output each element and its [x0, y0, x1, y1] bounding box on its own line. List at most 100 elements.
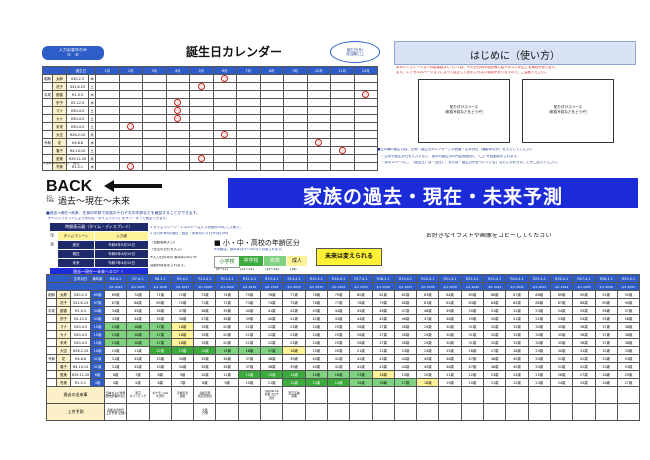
- calendar-month-cell[interactable]: [118, 130, 144, 139]
- age-birth[interactable]: H20.4.5: [70, 338, 91, 347]
- calendar-month-cell[interactable]: [95, 90, 120, 99]
- future-event-cell[interactable]: [416, 403, 440, 421]
- calendar-month-cell[interactable]: [118, 138, 144, 147]
- past-event-cell[interactable]: COVID-19 新型コロナ 流行: [260, 386, 284, 404]
- future-event-cell[interactable]: [371, 403, 395, 421]
- age-name[interactable]: 宗子: [56, 314, 71, 323]
- calendar-month-cell[interactable]: [259, 162, 285, 171]
- calendar-month-cell[interactable]: [189, 162, 214, 171]
- calendar-month-cell[interactable]: [236, 138, 261, 147]
- calendar-date[interactable]: H20.4.5: [66, 114, 89, 123]
- calendar-month-cell[interactable]: [259, 130, 285, 139]
- past-event-cell[interactable]: [527, 386, 551, 404]
- calendar-date[interactable]: H2.12.5: [66, 98, 89, 107]
- future-event-cell[interactable]: [616, 403, 641, 421]
- calendar-month-cell[interactable]: [95, 122, 120, 131]
- calendar-month-cell[interactable]: [189, 122, 214, 131]
- calendar-month-cell[interactable]: [236, 106, 261, 115]
- future-event-cell[interactable]: [572, 403, 596, 421]
- calendar-month-cell[interactable]: [283, 114, 308, 123]
- future-event-cell[interactable]: [349, 403, 373, 421]
- calendar-month-cell[interactable]: ○: [330, 146, 355, 155]
- calendar-month-cell[interactable]: [259, 98, 285, 107]
- calendar-date[interactable]: H4.10.10: [66, 146, 89, 155]
- calendar-month-cell[interactable]: [306, 162, 332, 171]
- calendar-name[interactable]: 太郎: [52, 74, 67, 83]
- calendar-month-cell[interactable]: [236, 154, 261, 163]
- calendar-month-cell[interactable]: [236, 146, 261, 155]
- calendar-month-cell[interactable]: [330, 154, 355, 163]
- calendar-name[interactable]: 優香: [52, 90, 67, 99]
- calendar-month-cell[interactable]: ○: [189, 82, 214, 91]
- calendar-month-cell[interactable]: [259, 154, 285, 163]
- age-name[interactable]: 大空: [56, 346, 71, 355]
- calendar-date[interactable]: H20.4.5: [66, 122, 89, 131]
- calendar-month-cell[interactable]: [95, 106, 120, 115]
- past-event-cell[interactable]: [460, 386, 485, 404]
- calendar-month-cell[interactable]: [353, 130, 379, 139]
- calendar-month-cell[interactable]: [95, 130, 120, 139]
- calendar-month-cell[interactable]: [236, 162, 261, 171]
- calendar-month-cell[interactable]: [165, 74, 191, 83]
- time-display-row[interactable]: ① タイムマシーン 入力値: [50, 232, 148, 240]
- calendar-date[interactable]: S31.6.23: [66, 82, 89, 91]
- past-event-cell[interactable]: [549, 386, 574, 404]
- calendar-month-cell[interactable]: [142, 154, 167, 163]
- future-can-change-button[interactable]: 未来は変えられる: [316, 248, 382, 266]
- future-event-cell[interactable]: [326, 403, 351, 421]
- calendar-month-cell[interactable]: [283, 106, 308, 115]
- age-birth[interactable]: H29.11.20: [70, 370, 91, 379]
- paste-space-2[interactable]: 貼り付けスペース （家族写真などをどうぞ）: [522, 79, 614, 143]
- past-event-cell[interactable]: [326, 386, 351, 404]
- age-birth[interactable]: R1.5.1: [70, 378, 91, 387]
- calendar-month-cell[interactable]: [259, 82, 285, 91]
- age-birth[interactable]: H20.4.5: [70, 322, 91, 331]
- time-row-value[interactable]: 令和7年4月10日: [94, 259, 148, 267]
- calendar-month-cell[interactable]: [95, 138, 120, 147]
- calendar-month-cell[interactable]: [212, 146, 238, 155]
- past-event-cell[interactable]: [349, 386, 373, 404]
- age-birth[interactable]: H4.6.8: [70, 354, 91, 363]
- calendar-month-cell[interactable]: [283, 154, 308, 163]
- calendar-month-cell[interactable]: [306, 106, 332, 115]
- future-event-cell[interactable]: 大阪 万博: [193, 403, 217, 421]
- calendar-month-cell[interactable]: [189, 138, 214, 147]
- calendar-name[interactable]: カナ: [52, 114, 67, 123]
- calendar-name[interactable]: 花: [52, 138, 67, 147]
- calendar-month-cell[interactable]: [165, 82, 191, 91]
- calendar-month-cell[interactable]: [142, 98, 167, 107]
- calendar-month-cell[interactable]: [95, 74, 120, 83]
- time-display-row[interactable]: ② 過去 令和6年9月10日: [50, 241, 148, 249]
- calendar-month-cell[interactable]: [236, 98, 261, 107]
- age-name[interactable]: 春子: [56, 362, 71, 371]
- calendar-month-cell[interactable]: ○: [189, 154, 214, 163]
- calendar-month-cell[interactable]: [236, 90, 261, 99]
- calendar-month-cell[interactable]: [118, 154, 144, 163]
- calendar-month-cell[interactable]: [165, 138, 191, 147]
- age-birth[interactable]: H4.10.10: [70, 362, 91, 371]
- future-event-cell[interactable]: [460, 403, 485, 421]
- calendar-month-cell[interactable]: [283, 98, 308, 107]
- future-event-cell[interactable]: [170, 403, 195, 421]
- calendar-month-cell[interactable]: [212, 82, 238, 91]
- calendar-name[interactable]: 未来: [52, 122, 67, 131]
- past-event-cell[interactable]: 東京五輪 延期: [282, 386, 306, 404]
- calendar-month-cell[interactable]: [236, 130, 261, 139]
- calendar-month-cell[interactable]: [189, 98, 214, 107]
- past-event-cell[interactable]: [594, 386, 618, 404]
- past-event-cell[interactable]: [438, 386, 462, 404]
- calendar-month-cell[interactable]: [283, 130, 308, 139]
- calendar-month-cell[interactable]: [118, 82, 144, 91]
- calendar-month-cell[interactable]: [330, 106, 355, 115]
- calendar-month-cell[interactable]: [142, 130, 167, 139]
- calendar-month-cell[interactable]: [142, 146, 167, 155]
- calendar-name[interactable]: 花子: [52, 82, 67, 91]
- calendar-month-cell[interactable]: [142, 138, 167, 147]
- calendar-month-cell[interactable]: [259, 122, 285, 131]
- calendar-month-cell[interactable]: [283, 82, 308, 91]
- age-name[interactable]: 冬美: [56, 378, 71, 387]
- past-event-cell[interactable]: [505, 386, 529, 404]
- calendar-month-cell[interactable]: [330, 162, 355, 171]
- calendar-month-cell[interactable]: [212, 122, 238, 131]
- calendar-month-cell[interactable]: [259, 106, 285, 115]
